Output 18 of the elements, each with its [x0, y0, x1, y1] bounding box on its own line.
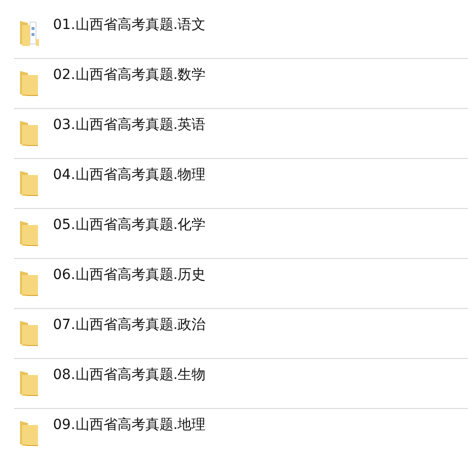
folder-icon	[18, 169, 40, 197]
folder-name[interactable]: 09.山西省高考真题.地理	[53, 416, 206, 434]
folder-icon	[18, 119, 40, 147]
folder-icon	[18, 419, 40, 447]
folder-icon	[18, 219, 40, 247]
folder-icon	[18, 269, 40, 297]
folder-icon	[18, 319, 40, 347]
folder-name[interactable]: 08.山西省高考真题.生物	[53, 366, 206, 384]
folder-name[interactable]: 01.山西省高考真题.语文	[53, 16, 206, 34]
folder-name[interactable]: 06.山西省高考真题.历史	[53, 266, 206, 284]
folder-name[interactable]: 04.山西省高考真题.物理	[53, 166, 206, 184]
folder-name[interactable]: 05.山西省高考真题.化学	[53, 216, 206, 234]
folder-with-file-icon	[18, 19, 40, 47]
folder-name[interactable]: 07.山西省高考真题.政治	[53, 316, 206, 334]
folder-icon	[18, 69, 40, 97]
folder-icon	[18, 369, 40, 397]
folder-name[interactable]: 03.山西省高考真题.英语	[53, 116, 206, 134]
folder-name[interactable]: 02.山西省高考真题.数学	[53, 66, 206, 84]
